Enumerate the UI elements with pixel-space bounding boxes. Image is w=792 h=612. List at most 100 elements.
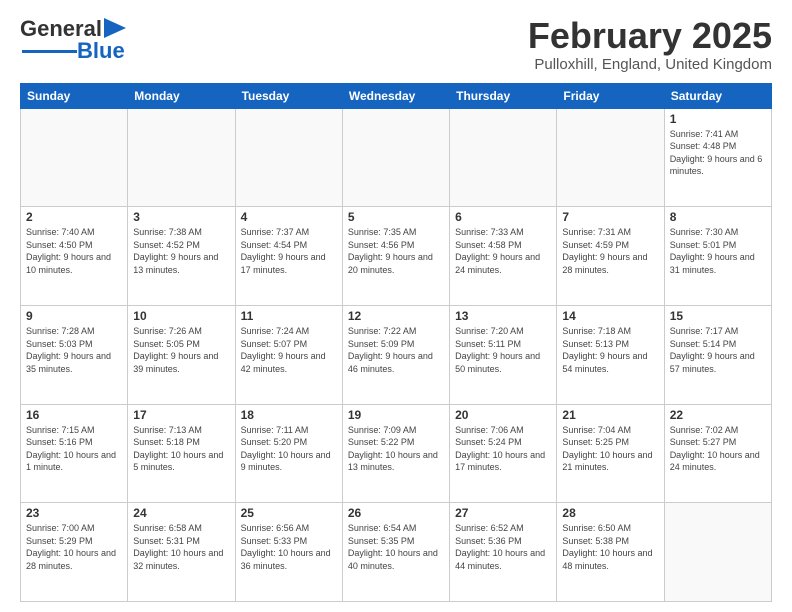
cell-0-4: [450, 108, 557, 207]
cell-1-5: 7 Sunrise: 7:31 AM Sunset: 4:59 PM Daylig…: [557, 207, 664, 306]
cell-4-4: 27 Sunrise: 6:52 AM Sunset: 5:36 PM Dayli…: [450, 503, 557, 602]
day-number: 25: [241, 506, 337, 520]
cell-0-2: [235, 108, 342, 207]
cell-4-6: [664, 503, 771, 602]
day-number: 24: [133, 506, 229, 520]
day-number: 11: [241, 309, 337, 323]
cell-info: Sunrise: 7:17 AM Sunset: 5:14 PM Dayligh…: [670, 325, 766, 375]
week-row-4: 23Sunrise: 7:00 AM Sunset: 5:29 PM Dayli…: [21, 503, 772, 602]
calendar-page: General Blue February 2025 Pulloxhill, E…: [0, 0, 792, 612]
location: Pulloxhill, England, United Kingdom: [528, 56, 772, 73]
day-number: 4: [241, 210, 337, 224]
day-number: 2: [26, 210, 122, 224]
day-number: 18: [241, 408, 337, 422]
day-number: 5: [348, 210, 444, 224]
cell-3-3: 19 Sunrise: 7:09 AM Sunset: 5:22 PM Dayli…: [342, 404, 449, 503]
cell-info: Sunrise: 7:18 AM Sunset: 5:13 PM Dayligh…: [562, 325, 658, 375]
day-number: 17: [133, 408, 229, 422]
cell-info: Sunrise: 7:33 AM Sunset: 4:58 PM Dayligh…: [455, 226, 551, 276]
cell-info: Sunrise: 6:54 AM Sunset: 5:35 PM Dayligh…: [348, 522, 444, 572]
cell-2-3: 12 Sunrise: 7:22 AM Sunset: 5:09 PM Dayli…: [342, 305, 449, 404]
cell-info: Sunrise: 7:20 AM Sunset: 5:11 PM Dayligh…: [455, 325, 551, 375]
col-wednesday: Wednesday: [342, 83, 449, 108]
cell-info: Sunrise: 7:02 AM Sunset: 5:27 PM Dayligh…: [670, 424, 766, 474]
cell-2-0: 9 Sunrise: 7:28 AM Sunset: 5:03 PM Daylig…: [21, 305, 128, 404]
cell-4-3: 26 Sunrise: 6:54 AM Sunset: 5:35 PM Dayli…: [342, 503, 449, 602]
cell-info: Sunrise: 6:52 AM Sunset: 5:36 PM Dayligh…: [455, 522, 551, 572]
cell-2-4: 13 Sunrise: 7:20 AM Sunset: 5:11 PM Dayli…: [450, 305, 557, 404]
day-number: 20: [455, 408, 551, 422]
cell-0-6: 1 Sunrise: 7:41 AM Sunset: 4:48 PM Daylig…: [664, 108, 771, 207]
col-monday: Monday: [128, 83, 235, 108]
calendar-table: Sunday Monday Tuesday Wednesday Thursday…: [20, 83, 772, 602]
cell-1-3: 5 Sunrise: 7:35 AM Sunset: 4:56 PM Daylig…: [342, 207, 449, 306]
day-number: 1: [670, 112, 766, 126]
cell-1-0: 2 Sunrise: 7:40 AM Sunset: 4:50 PM Daylig…: [21, 207, 128, 306]
cell-4-2: 25 Sunrise: 6:56 AM Sunset: 5:33 PM Dayli…: [235, 503, 342, 602]
cell-0-5: [557, 108, 664, 207]
day-number: 22: [670, 408, 766, 422]
day-number: 16: [26, 408, 122, 422]
week-row-0: 1 Sunrise: 7:41 AM Sunset: 4:48 PM Daylig…: [21, 108, 772, 207]
calendar-header-row: Sunday Monday Tuesday Wednesday Thursday…: [21, 83, 772, 108]
day-number: 9: [26, 309, 122, 323]
cell-info: Sunrise: 6:56 AM Sunset: 5:33 PM Dayligh…: [241, 522, 337, 572]
cell-info: Sunrise: 7:09 AM Sunset: 5:22 PM Dayligh…: [348, 424, 444, 474]
cell-2-5: 14 Sunrise: 7:18 AM Sunset: 5:13 PM Dayli…: [557, 305, 664, 404]
cell-1-4: 6Sunrise: 7:33 AM Sunset: 4:58 PM Daylig…: [450, 207, 557, 306]
logo: General Blue: [20, 16, 126, 64]
cell-3-4: 20 Sunrise: 7:06 AM Sunset: 5:24 PM Dayli…: [450, 404, 557, 503]
cell-info: Sunrise: 7:35 AM Sunset: 4:56 PM Dayligh…: [348, 226, 444, 276]
cell-3-5: 21 Sunrise: 7:04 AM Sunset: 5:25 PM Dayli…: [557, 404, 664, 503]
day-number: 21: [562, 408, 658, 422]
day-number: 19: [348, 408, 444, 422]
week-row-2: 9 Sunrise: 7:28 AM Sunset: 5:03 PM Daylig…: [21, 305, 772, 404]
col-friday: Friday: [557, 83, 664, 108]
cell-info: Sunrise: 7:15 AM Sunset: 5:16 PM Dayligh…: [26, 424, 122, 474]
cell-0-0: [21, 108, 128, 207]
day-number: 28: [562, 506, 658, 520]
cell-2-2: 11 Sunrise: 7:24 AM Sunset: 5:07 PM Dayli…: [235, 305, 342, 404]
cell-info: Sunrise: 7:28 AM Sunset: 5:03 PM Dayligh…: [26, 325, 122, 375]
cell-info: Sunrise: 7:06 AM Sunset: 5:24 PM Dayligh…: [455, 424, 551, 474]
day-number: 23: [26, 506, 122, 520]
cell-4-1: 24Sunrise: 6:58 AM Sunset: 5:31 PM Dayli…: [128, 503, 235, 602]
day-number: 12: [348, 309, 444, 323]
cell-1-2: 4Sunrise: 7:37 AM Sunset: 4:54 PM Daylig…: [235, 207, 342, 306]
day-number: 8: [670, 210, 766, 224]
cell-info: Sunrise: 7:11 AM Sunset: 5:20 PM Dayligh…: [241, 424, 337, 474]
day-number: 27: [455, 506, 551, 520]
col-saturday: Saturday: [664, 83, 771, 108]
cell-3-1: 17 Sunrise: 7:13 AM Sunset: 5:18 PM Dayli…: [128, 404, 235, 503]
cell-info: Sunrise: 7:41 AM Sunset: 4:48 PM Dayligh…: [670, 128, 766, 178]
cell-0-3: [342, 108, 449, 207]
cell-info: Sunrise: 6:50 AM Sunset: 5:38 PM Dayligh…: [562, 522, 658, 572]
day-number: 15: [670, 309, 766, 323]
cell-1-1: 3Sunrise: 7:38 AM Sunset: 4:52 PM Daylig…: [128, 207, 235, 306]
logo-blue: Blue: [77, 38, 125, 64]
cell-info: Sunrise: 7:22 AM Sunset: 5:09 PM Dayligh…: [348, 325, 444, 375]
cell-3-2: 18 Sunrise: 7:11 AM Sunset: 5:20 PM Dayli…: [235, 404, 342, 503]
day-number: 14: [562, 309, 658, 323]
logo-arrow-icon: [104, 18, 126, 38]
cell-info: Sunrise: 7:04 AM Sunset: 5:25 PM Dayligh…: [562, 424, 658, 474]
day-number: 10: [133, 309, 229, 323]
cell-info: Sunrise: 7:26 AM Sunset: 5:05 PM Dayligh…: [133, 325, 229, 375]
day-number: 13: [455, 309, 551, 323]
cell-info: Sunrise: 7:40 AM Sunset: 4:50 PM Dayligh…: [26, 226, 122, 276]
day-number: 26: [348, 506, 444, 520]
cell-info: Sunrise: 7:31 AM Sunset: 4:59 PM Dayligh…: [562, 226, 658, 276]
col-sunday: Sunday: [21, 83, 128, 108]
week-row-1: 2 Sunrise: 7:40 AM Sunset: 4:50 PM Daylig…: [21, 207, 772, 306]
cell-info: Sunrise: 7:13 AM Sunset: 5:18 PM Dayligh…: [133, 424, 229, 474]
cell-2-6: 15 Sunrise: 7:17 AM Sunset: 5:14 PM Dayli…: [664, 305, 771, 404]
title-block: February 2025 Pulloxhill, England, Unite…: [528, 16, 772, 73]
cell-1-6: 8Sunrise: 7:30 AM Sunset: 5:01 PM Daylig…: [664, 207, 771, 306]
cell-4-5: 28 Sunrise: 6:50 AM Sunset: 5:38 PM Dayli…: [557, 503, 664, 602]
cell-info: Sunrise: 7:24 AM Sunset: 5:07 PM Dayligh…: [241, 325, 337, 375]
day-number: 7: [562, 210, 658, 224]
cell-2-1: 10 Sunrise: 7:26 AM Sunset: 5:05 PM Dayli…: [128, 305, 235, 404]
month-title: February 2025: [528, 16, 772, 56]
week-row-3: 16 Sunrise: 7:15 AM Sunset: 5:16 PM Dayli…: [21, 404, 772, 503]
col-thursday: Thursday: [450, 83, 557, 108]
